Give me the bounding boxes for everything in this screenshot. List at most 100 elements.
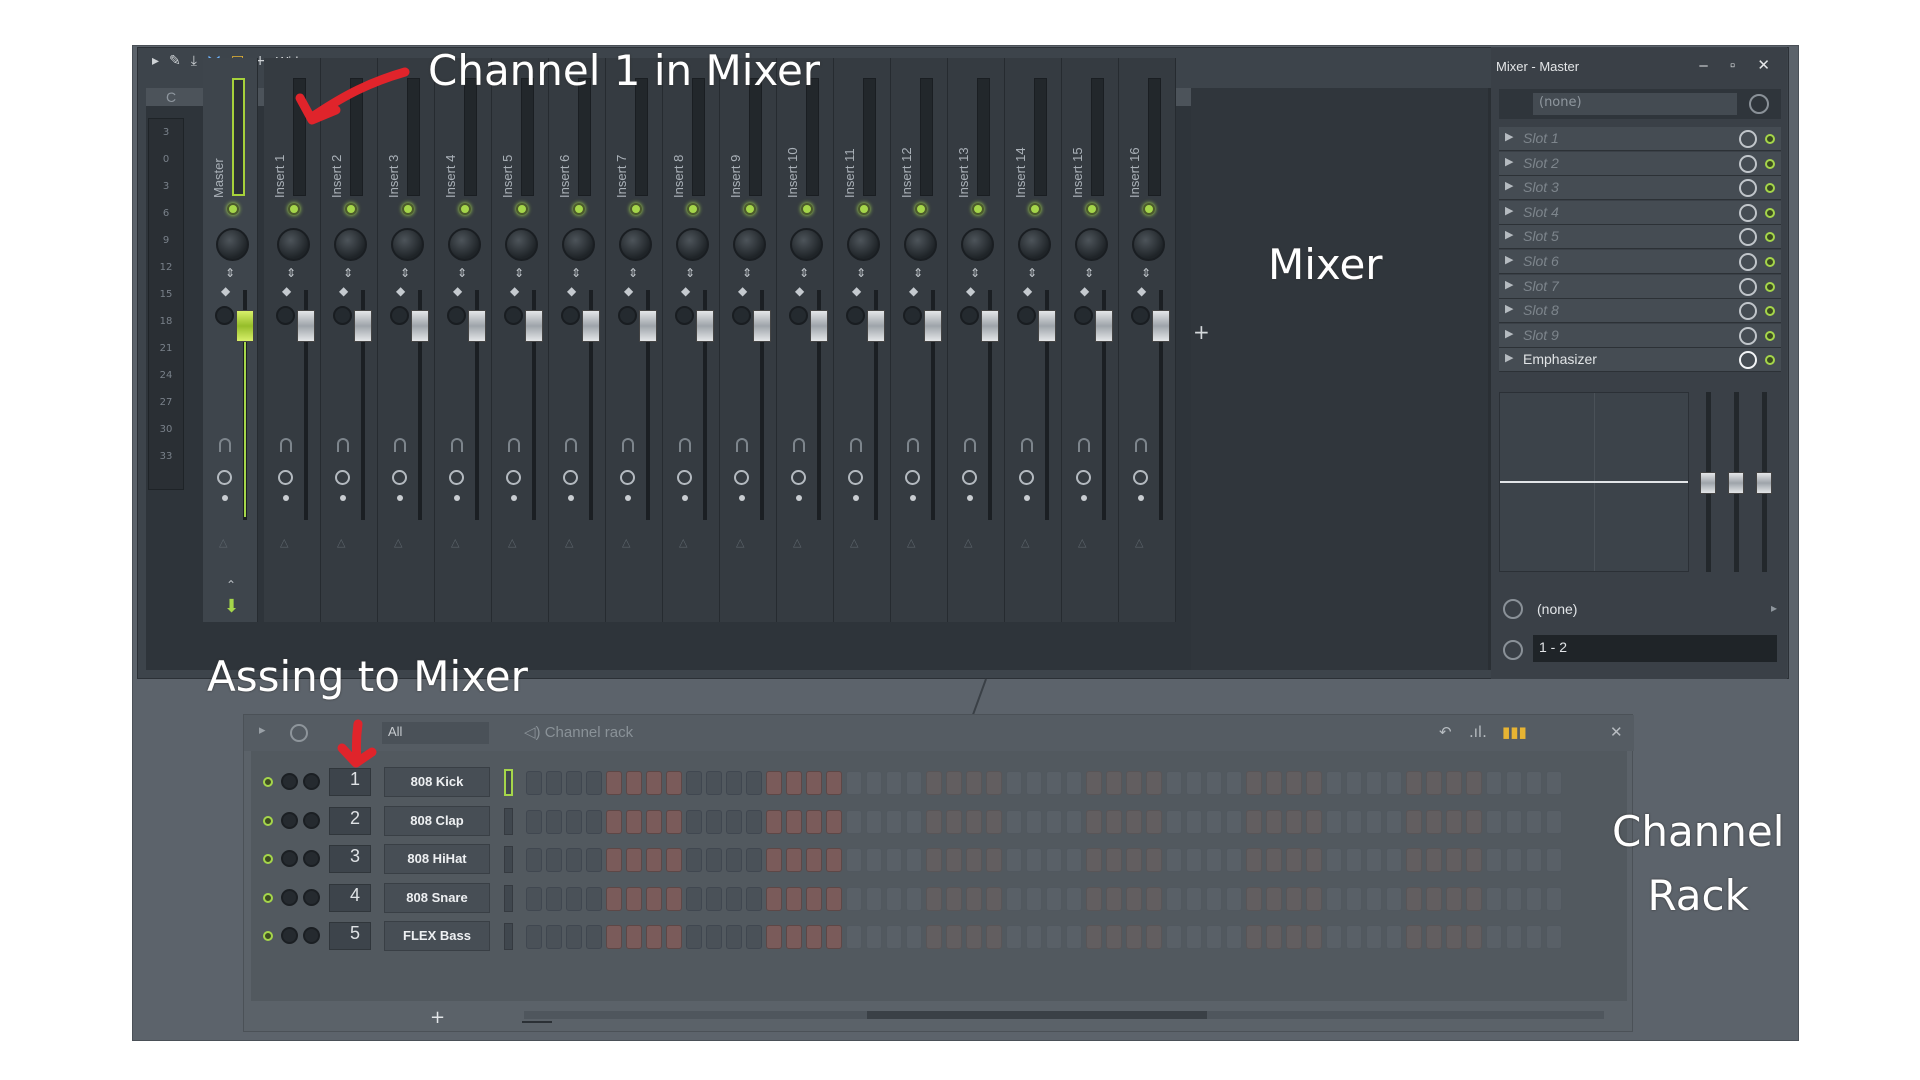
- output-row[interactable]: (none) ▸: [1499, 595, 1781, 625]
- step-button[interactable]: [966, 848, 982, 872]
- step-button[interactable]: [826, 771, 842, 795]
- step-button[interactable]: [726, 771, 742, 795]
- step-button[interactable]: [1406, 809, 1422, 834]
- stereo-icon[interactable]: ⇕: [1141, 267, 1151, 279]
- step-button[interactable]: [726, 848, 742, 872]
- step-button[interactable]: [1026, 886, 1042, 911]
- clock-icon[interactable]: [1749, 94, 1769, 114]
- step-button[interactable]: [666, 925, 682, 949]
- step-button[interactable]: [1106, 809, 1122, 834]
- mixer-track-number[interactable]: 1: [329, 768, 371, 796]
- step-button[interactable]: [1266, 771, 1282, 795]
- volume-fader[interactable]: [981, 310, 999, 342]
- channel-filter-select[interactable]: All: [382, 722, 489, 744]
- send-icon[interactable]: [907, 438, 919, 452]
- step-button[interactable]: [786, 848, 802, 872]
- step-button[interactable]: [686, 848, 702, 872]
- effect-slot[interactable]: ▶ Slot 3: [1499, 176, 1781, 201]
- step-button[interactable]: [846, 809, 862, 834]
- step-button[interactable]: [1046, 886, 1062, 911]
- insert-track[interactable]: Insert 1 ⇕ ◆ △: [264, 58, 321, 622]
- step-button[interactable]: [1466, 848, 1482, 872]
- step-button[interactable]: [726, 809, 742, 834]
- step-button[interactable]: [846, 886, 862, 911]
- pan-knob[interactable]: [281, 927, 298, 944]
- step-button[interactable]: [1386, 809, 1402, 834]
- step-button[interactable]: [1306, 771, 1322, 795]
- step-button[interactable]: [846, 925, 862, 949]
- menu-arrow-icon[interactable]: ▸: [152, 53, 159, 69]
- step-button[interactable]: [1086, 771, 1102, 795]
- step-button[interactable]: [1326, 809, 1342, 834]
- step-button[interactable]: [1046, 848, 1062, 872]
- step-button[interactable]: [1346, 886, 1362, 911]
- step-button[interactable]: [666, 809, 682, 834]
- step-button[interactable]: [1386, 925, 1402, 949]
- send-icon[interactable]: [622, 438, 634, 452]
- step-button[interactable]: [1106, 925, 1122, 949]
- step-button[interactable]: [1306, 886, 1322, 911]
- step-button[interactable]: [1186, 809, 1202, 834]
- step-button[interactable]: [886, 809, 902, 834]
- step-button[interactable]: [1366, 848, 1382, 872]
- master-track[interactable]: Master ⇕ ◆ △: [203, 58, 258, 622]
- volume-knob[interactable]: [303, 888, 320, 906]
- clock-icon[interactable]: [791, 470, 806, 485]
- step-button[interactable]: [686, 925, 702, 949]
- slot-enable-led[interactable]: [1765, 257, 1775, 267]
- pan-knob[interactable]: [281, 850, 298, 867]
- step-button[interactable]: [1466, 886, 1482, 911]
- effect-slot[interactable]: ▶ Slot 9: [1499, 323, 1781, 348]
- volume-fader[interactable]: [1095, 310, 1113, 342]
- step-button[interactable]: [1526, 848, 1542, 872]
- step-button[interactable]: [1126, 771, 1142, 795]
- slot-enable-led[interactable]: [1765, 281, 1775, 292]
- step-button[interactable]: [1546, 848, 1562, 872]
- clock-icon[interactable]: [962, 470, 977, 485]
- step-button[interactable]: [1386, 886, 1402, 911]
- swap-icon[interactable]: ◆: [909, 284, 918, 298]
- step-button[interactable]: [1346, 848, 1362, 872]
- step-button[interactable]: [886, 848, 902, 872]
- step-button[interactable]: [526, 848, 542, 872]
- preset-select[interactable]: (none): [1533, 93, 1737, 115]
- clock-icon[interactable]: [848, 470, 863, 485]
- volume-knob[interactable]: [303, 811, 320, 829]
- insert-track[interactable]: Insert 9 ⇕ ◆ △: [720, 58, 777, 622]
- insert-track[interactable]: Insert 12 ⇕ ◆ △: [891, 58, 948, 622]
- channel-name-button[interactable]: FLEX Bass: [384, 921, 490, 951]
- volume-fader[interactable]: [1038, 310, 1056, 342]
- clock-icon[interactable]: [563, 470, 578, 485]
- step-button[interactable]: [1426, 771, 1442, 795]
- step-button[interactable]: [986, 771, 1002, 795]
- mute-led[interactable]: [516, 203, 528, 215]
- mute-led[interactable]: [263, 854, 273, 864]
- mute-led[interactable]: [227, 203, 239, 215]
- step-button[interactable]: [1486, 848, 1502, 872]
- mute-led[interactable]: [288, 203, 300, 215]
- step-button[interactable]: [1046, 809, 1062, 834]
- step-button[interactable]: [1226, 925, 1242, 949]
- step-button[interactable]: [1066, 809, 1082, 834]
- stereo-icon[interactable]: ⇕: [286, 267, 296, 279]
- step-button[interactable]: [1486, 771, 1502, 795]
- step-button[interactable]: [866, 771, 882, 795]
- step-button[interactable]: [1346, 925, 1362, 949]
- step-button[interactable]: [1006, 925, 1022, 949]
- clock-icon[interactable]: [905, 470, 920, 485]
- step-button[interactable]: [1106, 771, 1122, 795]
- expand-arrow-icon[interactable]: ▶: [1505, 155, 1513, 168]
- step-button[interactable]: [1526, 809, 1542, 834]
- channel-select[interactable]: [504, 769, 513, 796]
- send-icon[interactable]: [565, 438, 577, 452]
- graph-icon[interactable]: .ıl.: [1469, 723, 1487, 741]
- pan-knob[interactable]: [1018, 228, 1051, 261]
- stereo-icon[interactable]: ⇕: [799, 267, 809, 279]
- step-button[interactable]: [1146, 771, 1162, 795]
- swap-icon[interactable]: ◆: [567, 284, 576, 298]
- step-button[interactable]: [1226, 771, 1242, 795]
- swap-icon[interactable]: ◆: [510, 284, 519, 298]
- step-button[interactable]: [606, 771, 622, 795]
- swap-icon[interactable]: ◆: [852, 284, 861, 298]
- stereo-icon[interactable]: ⇕: [856, 267, 866, 279]
